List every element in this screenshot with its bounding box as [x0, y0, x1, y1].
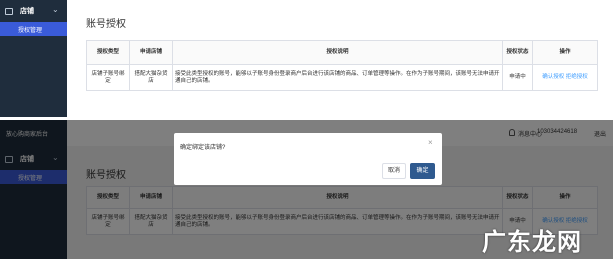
cancel-button[interactable]: 取消	[382, 163, 406, 179]
header-desc: 授权说明	[172, 40, 503, 65]
chevron-down-icon: ⌄	[52, 5, 59, 14]
header-type: 授权类型	[86, 40, 130, 65]
sidebar-group-store[interactable]: 店铺 ⌄	[0, 4, 67, 20]
watermark-text: 广东龙网	[482, 229, 582, 256]
page-title: 账号授权	[86, 19, 126, 30]
cell-actions: 确认授权 拒绝授权	[532, 64, 598, 91]
cell-type: 店铺子账号绑定	[86, 64, 130, 91]
authorization-table: 授权类型 申请店铺 授权说明 授权状态 操作 店铺子账号绑定 搭配大猫杂货店 接…	[86, 40, 598, 91]
table-header-row: 授权类型 申请店铺 授权说明 授权状态 操作	[86, 40, 598, 65]
store-icon	[5, 8, 13, 15]
dialog-title: 确定绑定该店铺?	[180, 145, 226, 151]
sidebar-item-label: 授权管理	[18, 28, 43, 34]
watermark: 广东龙网	[482, 212, 613, 259]
sidebar: 店铺 ⌄ 授权管理	[0, 0, 67, 117]
header-shop: 申请店铺	[129, 40, 173, 65]
confirm-button[interactable]: 确定	[410, 163, 435, 179]
cell-shop: 搭配大猫杂货店	[129, 64, 173, 91]
header-action: 操作	[532, 40, 598, 65]
table-row: 店铺子账号绑定 搭配大猫杂货店 接受此类型授权的账号，能够以子账号身份登录商户后…	[86, 64, 598, 91]
cell-status: 申请中	[502, 64, 533, 91]
authorization-page-screenshot: 店铺 ⌄ 授权管理 账号授权 授权类型 申请店铺 授权说明 授权状态 操作 店铺…	[0, 0, 613, 117]
close-icon[interactable]: ×	[428, 138, 433, 147]
sidebar-group-label: 店铺	[20, 8, 34, 15]
header-status: 授权状态	[502, 40, 533, 65]
reject-authorization-link[interactable]: 拒绝授权	[566, 74, 588, 80]
accept-authorization-link[interactable]: 确认授权	[542, 74, 564, 80]
confirm-dialog: 确定绑定该店铺? × 取消 确定	[174, 133, 442, 185]
sidebar-item-authorization[interactable]: 授权管理	[0, 22, 67, 36]
cell-desc: 接受此类型授权的账号，能够以子账号身份登录商户后台进行该店铺的商品、订单管理等操…	[172, 64, 503, 91]
